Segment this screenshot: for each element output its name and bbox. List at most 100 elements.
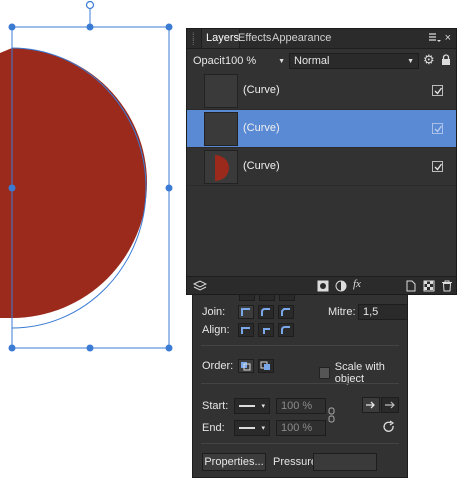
blend-mode-value: Normal <box>294 55 330 67</box>
handle-top-center[interactable] <box>86 23 94 31</box>
stroke-panel: Join: Mitre: 1,5 Align: Order: Scale wit… <box>192 276 408 478</box>
layer-thumbnail <box>204 112 238 146</box>
layer-thumbnail <box>204 150 238 184</box>
gear-icon[interactable]: ⚙ <box>423 52 435 68</box>
checkmark-icon <box>434 163 443 171</box>
handle-mid-right[interactable] <box>165 184 173 192</box>
align-outside-button[interactable] <box>278 323 294 337</box>
separator <box>201 443 399 444</box>
mitre-label: Mitre: <box>328 306 356 318</box>
order-label: Order: <box>202 360 234 372</box>
layer-name: (Curve) <box>243 160 280 172</box>
align-center-button[interactable] <box>238 323 254 337</box>
layer-name: (Curve) <box>243 122 280 134</box>
order-stroke-behind-button[interactable] <box>238 359 254 373</box>
panel-tab-bar: ⁞ ⁞ Layers Effects Appearance × <box>187 29 456 49</box>
mask-layer-icon[interactable] <box>317 280 329 292</box>
opacity-row: Opacity: 100 % ▼ Normal ▼ ⚙ <box>187 50 456 72</box>
add-pixel-layer-icon[interactable] <box>423 280 435 292</box>
separator <box>201 345 399 346</box>
pressure-curve-field[interactable] <box>313 453 377 471</box>
opacity-select[interactable]: 100 % ▼ <box>225 53 285 69</box>
separator <box>201 383 399 384</box>
reset-arrowheads-button[interactable] <box>381 419 397 435</box>
blend-mode-select[interactable]: Normal ▼ <box>289 53 419 69</box>
join-label: Join: <box>202 306 226 318</box>
swap-arrowheads-button[interactable] <box>362 397 380 413</box>
handle-top-left[interactable] <box>8 23 16 31</box>
start-row: Start: ▾ 100 % <box>202 398 326 414</box>
lock-icon[interactable] <box>441 54 451 66</box>
arrowhead-position-button[interactable] <box>381 397 399 413</box>
adjustment-icon[interactable] <box>335 280 347 292</box>
layers-stack-icon[interactable] <box>192 280 208 292</box>
handle-bottom-center[interactable] <box>86 344 94 352</box>
tab-effects[interactable]: Effects <box>238 29 271 48</box>
panel-grip-icon[interactable]: ⁞ ⁞ <box>192 32 195 47</box>
join-row: Join: Mitre: 1,5 <box>202 304 408 320</box>
join-round-button[interactable] <box>258 305 274 319</box>
stroke-front-icon <box>260 361 270 370</box>
align-inside-icon <box>263 328 270 334</box>
layer-row[interactable]: (Curve) <box>187 72 456 110</box>
align-label: Align: <box>202 324 230 336</box>
arrow-tip-icon <box>385 401 395 409</box>
arrow-right-icon <box>366 401 375 409</box>
scale-with-object-label: Scale with object <box>334 361 385 385</box>
layer-thumbnail <box>204 74 238 108</box>
tab-layers[interactable]: Layers <box>201 29 240 48</box>
end-row: End: ▾ 100 % <box>202 420 326 436</box>
chevron-down-icon: ▼ <box>407 57 414 65</box>
handle-bottom-right[interactable] <box>165 344 173 352</box>
end-arrowhead-select[interactable]: ▾ <box>234 420 270 436</box>
join-round-icon <box>261 308 270 316</box>
layer-row-selected[interactable]: (Curve) <box>187 110 456 148</box>
properties-button-label: Properties... <box>204 456 264 468</box>
handle-top-right[interactable] <box>165 23 173 31</box>
checkmark-icon <box>434 125 443 133</box>
start-label: Start: <box>202 400 229 412</box>
layer-visibility-checkbox[interactable] <box>432 85 443 96</box>
scale-with-object-row: Scale with object <box>319 361 407 385</box>
align-row: Align: <box>202 323 298 337</box>
link-sizes-icon[interactable] <box>328 407 336 423</box>
layer-name: (Curve) <box>243 84 280 96</box>
align-outside-icon <box>281 326 290 334</box>
refresh-icon <box>383 420 395 432</box>
start-size-input[interactable]: 100 % <box>276 398 326 414</box>
layer-visibility-checkbox[interactable] <box>432 123 443 134</box>
layers-panel: ⁞ ⁞ Layers Effects Appearance × Opacity: … <box>186 28 457 295</box>
trash-icon[interactable] <box>441 280 453 292</box>
end-label: End: <box>202 422 225 434</box>
join-miter-icon <box>241 308 250 316</box>
rotation-handle[interactable] <box>85 0 95 10</box>
handle-bottom-left[interactable] <box>8 344 16 352</box>
join-bevel-button[interactable] <box>278 305 294 319</box>
red-shape-edge <box>0 48 12 318</box>
scale-with-object-checkbox[interactable] <box>319 367 330 379</box>
join-bevel-icon <box>281 308 290 316</box>
align-center-icon <box>241 327 250 334</box>
order-stroke-front-button[interactable] <box>258 359 274 373</box>
mitre-input[interactable]: 1,5 <box>358 304 408 320</box>
layer-row[interactable]: (Curve) <box>187 148 456 186</box>
join-miter-button[interactable] <box>238 305 254 319</box>
start-arrowhead-select[interactable]: ▾ <box>234 398 270 414</box>
chevron-down-icon: ▼ <box>278 57 285 65</box>
fx-icon[interactable]: fx <box>353 278 365 290</box>
order-row: Order: <box>202 359 278 373</box>
stroke-behind-icon <box>241 362 251 371</box>
align-inside-button[interactable] <box>258 323 274 337</box>
checkmark-icon <box>434 87 443 95</box>
panel-menu-icon[interactable] <box>429 33 441 43</box>
red-half-circle-shape[interactable] <box>12 48 147 318</box>
tab-appearance[interactable]: Appearance <box>272 29 331 48</box>
handle-mid-left[interactable] <box>8 184 16 192</box>
close-icon[interactable]: × <box>445 32 451 44</box>
layer-visibility-checkbox[interactable] <box>432 161 443 172</box>
properties-button[interactable]: Properties... <box>202 453 266 471</box>
add-layer-icon[interactable] <box>405 280 417 292</box>
opacity-value: 100 % <box>225 55 257 67</box>
half-circle-thumbnail-icon <box>215 155 229 181</box>
end-size-input[interactable]: 100 % <box>276 420 326 436</box>
